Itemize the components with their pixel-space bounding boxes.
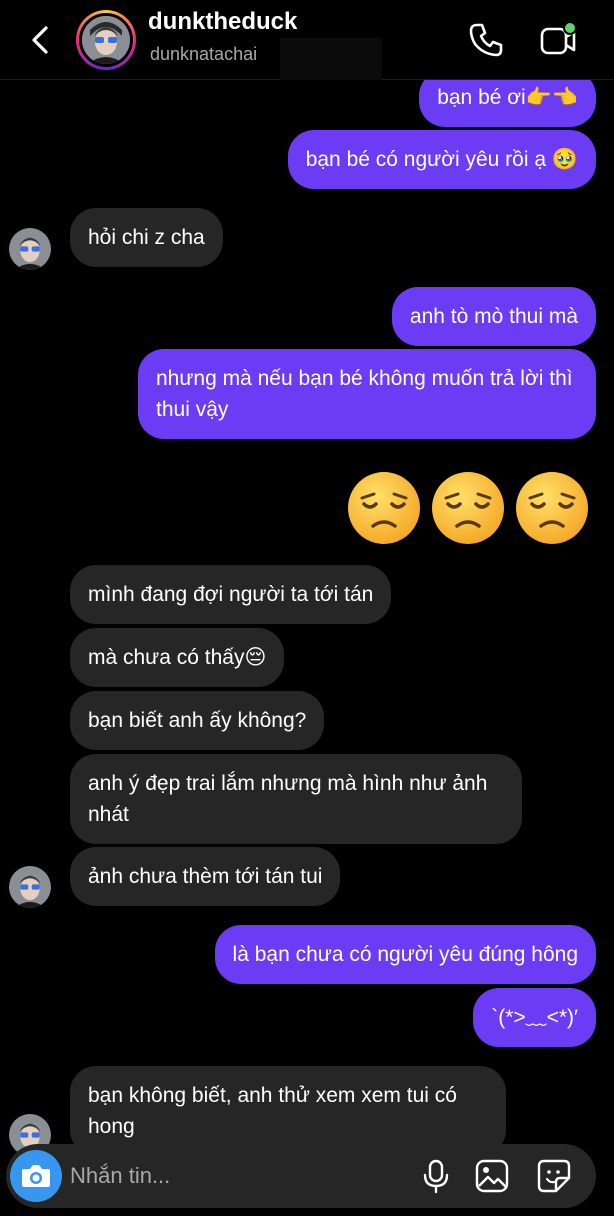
message-outgoing[interactable]: anh tò mò thui mà (391, 287, 596, 346)
message-incoming[interactable]: bạn không biết, anh thử xem xem tui có h… (70, 1066, 506, 1156)
message-outgoing[interactable]: nhưng mà nếu bạn bé không muốn trả lời t… (138, 349, 596, 439)
message-input[interactable] (70, 1156, 400, 1196)
profile-avatar[interactable] (76, 10, 136, 70)
message-incoming[interactable]: mà chưa có thấy😔 (70, 628, 285, 687)
disappointed-face-icon (432, 472, 504, 544)
chevron-left-icon[interactable] (22, 22, 58, 58)
avatar-image (82, 16, 130, 64)
message-outgoing[interactable]: bạn bé có người yêu rồi ạ 🥹 (287, 130, 596, 189)
message-outgoing[interactable]: `(*>﹏<*)′ (473, 988, 596, 1047)
disappointed-face-icon (516, 472, 588, 544)
disappointed-face-icon (348, 472, 420, 544)
video-call-icon[interactable] (538, 20, 578, 60)
image-icon[interactable] (474, 1158, 510, 1194)
message-outgoing[interactable]: là bạn chưa có người yêu đúng hông (214, 925, 596, 984)
display-name[interactable]: dunktheduck (148, 8, 297, 36)
username[interactable]: dunknatachai (150, 44, 257, 65)
message-incoming[interactable]: anh ý đẹp trai lắm nhưng mà hình như ảnh… (70, 754, 522, 844)
message-composer (6, 1144, 596, 1208)
microphone-icon[interactable] (418, 1158, 454, 1194)
chat-header: dunktheduck dunknatachai (0, 0, 614, 80)
message-incoming[interactable]: hỏi chi z cha (70, 208, 223, 267)
camera-button[interactable] (10, 1150, 62, 1202)
camera-icon (22, 1165, 50, 1187)
message-incoming[interactable]: ảnh chưa thèm tới tán tui (70, 847, 341, 906)
contact-avatar[interactable] (9, 866, 51, 908)
phone-icon[interactable] (466, 20, 506, 60)
message-incoming[interactable]: bạn biết anh ấy không? (70, 691, 325, 750)
contact-avatar[interactable] (9, 228, 51, 270)
sticker-icon[interactable] (536, 1158, 572, 1194)
message-incoming[interactable]: mình đang đợi người ta tới tán (70, 565, 392, 624)
avatar-image (9, 228, 51, 270)
avatar-image (9, 866, 51, 908)
redaction-box (280, 38, 382, 80)
